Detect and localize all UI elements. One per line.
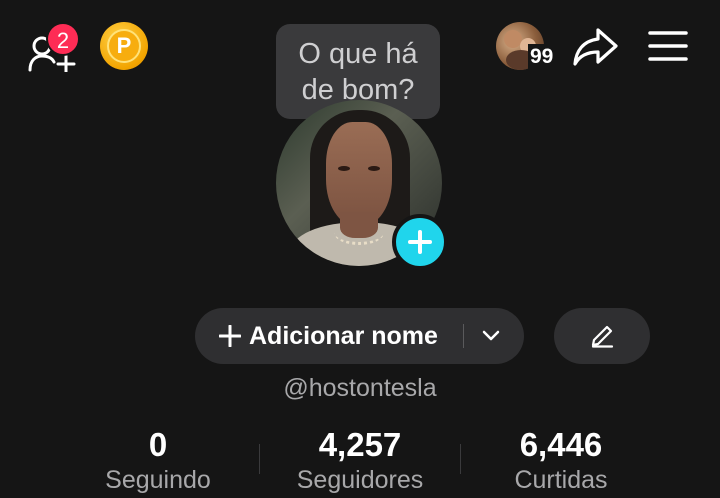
stat-likes[interactable]: 6,446 Curtidas — [471, 426, 651, 496]
stat-value: 6,446 — [519, 426, 603, 463]
add-friends-button[interactable]: 2 — [26, 22, 80, 72]
stat-label: Curtidas — [514, 466, 608, 494]
username: @hostontesla — [283, 374, 437, 402]
stat-divider — [460, 444, 461, 474]
notification-badge: 2 — [46, 22, 80, 56]
stat-followers[interactable]: 4,257 Seguidores — [270, 426, 450, 496]
button-divider — [463, 324, 464, 348]
stories-button[interactable]: 99 — [496, 22, 566, 72]
share-button[interactable] — [572, 24, 620, 73]
add-name-button[interactable]: Adicionar nome — [195, 308, 524, 364]
stat-following[interactable]: 0 Seguindo — [68, 426, 248, 496]
coin-icon: P — [107, 29, 141, 63]
chevron-down-icon[interactable] — [481, 328, 501, 344]
plus-icon — [219, 325, 241, 347]
stat-divider — [259, 444, 260, 474]
add-name-label: Adicionar nome — [249, 321, 438, 350]
edit-profile-button[interactable] — [554, 308, 650, 364]
plus-icon — [408, 230, 432, 254]
stat-label: Seguindo — [105, 466, 211, 494]
share-icon — [573, 28, 618, 66]
stories-count: 99 — [528, 44, 556, 70]
stat-value: 0 — [148, 426, 168, 463]
menu-button[interactable] — [648, 30, 688, 67]
stat-label: Seguidores — [296, 466, 424, 494]
menu-icon — [648, 31, 688, 61]
pencil-icon — [591, 325, 614, 348]
coin-button[interactable]: P — [100, 22, 148, 70]
add-photo-button[interactable] — [392, 214, 448, 270]
bubble-text-line1: O que há — [298, 38, 418, 70]
stat-value: 4,257 — [318, 426, 402, 463]
